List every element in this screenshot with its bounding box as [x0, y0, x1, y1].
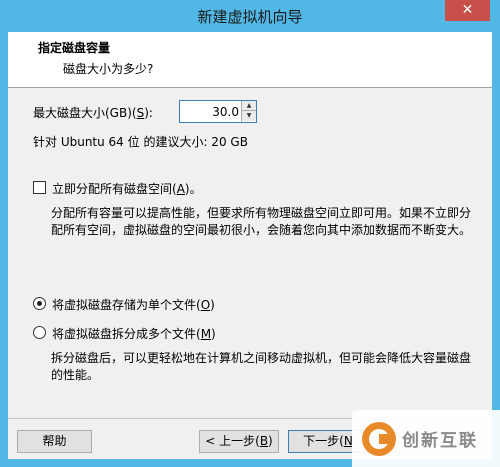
page-subtitle: 磁盘大小为多少? — [63, 62, 154, 76]
allocate-description: 分配所有容量可以提高性能，但要求所有物理磁盘空间立即可用。如果不立即分配所有空间… — [51, 206, 472, 237]
stepper-down-button[interactable]: ▼ — [242, 111, 256, 121]
watermark-text: 创新互联 — [402, 431, 478, 451]
single-file-radio[interactable] — [33, 297, 46, 310]
title-bar[interactable]: 新建虚拟机向导 ✕ — [0, 0, 500, 32]
split-files-label[interactable]: 将虚拟磁盘拆分成多个文件(M) — [52, 325, 216, 342]
close-icon: ✕ — [461, 2, 474, 18]
disk-size-stepper[interactable]: ▲ ▼ — [179, 100, 257, 123]
stepper-up-button[interactable]: ▲ — [242, 101, 256, 111]
wizard-header: 指定磁盘容量 磁盘大小为多少? — [8, 32, 492, 88]
back-button[interactable]: < 上一步(B) — [199, 430, 279, 453]
help-button[interactable]: 帮助 — [17, 430, 92, 453]
recommended-size-text: 针对 Ubuntu 64 位 的建议大小: 20 GB — [33, 135, 248, 149]
allocate-all-label[interactable]: 立即分配所有磁盘空间(A)。 — [52, 180, 202, 197]
page-title: 指定磁盘容量 — [38, 41, 111, 55]
close-button[interactable]: ✕ — [445, 0, 490, 21]
stepper-buttons: ▲ ▼ — [241, 101, 256, 122]
wizard-window: 新建虚拟机向导 ✕ 指定磁盘容量 磁盘大小为多少? 最大磁盘大小(GB)(S):… — [0, 0, 500, 467]
triangle-up-icon: ▲ — [246, 102, 252, 109]
watermark: 创新互联 — [352, 410, 500, 467]
split-description: 拆分磁盘后，可以更轻松地在计算机之间移动虚拟机，但可能会降低大容量磁盘的性能。 — [51, 351, 472, 382]
brand-logo-icon — [362, 422, 396, 456]
allocate-all-checkbox[interactable] — [33, 181, 46, 194]
disk-size-label: 最大磁盘大小(GB)(S): — [33, 106, 153, 120]
disk-size-input[interactable] — [180, 101, 242, 122]
radio-selected-dot — [37, 301, 42, 306]
split-files-radio[interactable] — [33, 326, 46, 339]
triangle-down-icon: ▼ — [246, 112, 252, 119]
dialog-body: 指定磁盘容量 磁盘大小为多少? 最大磁盘大小(GB)(S): ▲ ▼ 针对 Ub… — [8, 32, 492, 459]
window-title: 新建虚拟机向导 — [197, 8, 303, 26]
single-file-label[interactable]: 将虚拟磁盘存储为单个文件(O) — [52, 296, 215, 313]
